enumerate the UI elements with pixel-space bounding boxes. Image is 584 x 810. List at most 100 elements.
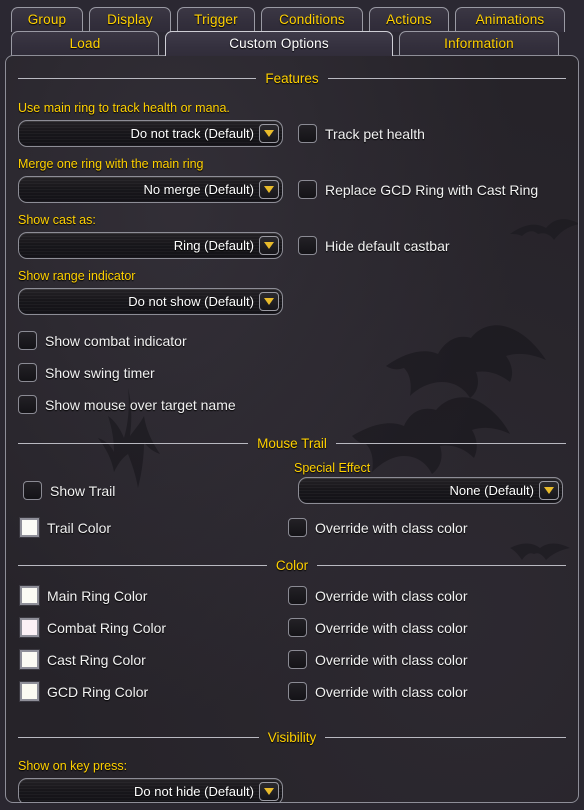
label-show-trail: Show Trail	[50, 482, 116, 499]
label-merge-ring: Merge one ring with the main ring	[18, 157, 204, 171]
swatch-gcd-ring-color[interactable]	[19, 681, 40, 702]
label-track-pet-health: Track pet health	[325, 125, 425, 142]
label-show-combat-indicator: Show combat indicator	[45, 332, 187, 349]
tab-label: Actions	[386, 12, 432, 27]
label-cast-ring-color: Cast Ring Color	[47, 651, 146, 668]
label-show-range-indicator: Show range indicator	[18, 269, 136, 283]
color-rows-container: Main Ring Color Override with class color…	[18, 585, 566, 714]
swatch-cast-ring-color[interactable]	[19, 649, 40, 670]
tab-group[interactable]: Group	[11, 7, 83, 32]
tab-label: Custom Options	[229, 36, 329, 51]
tab-animations[interactable]: Animations	[455, 7, 565, 32]
tab-actions[interactable]: Actions	[369, 7, 449, 32]
color-row-right: Override with class color	[288, 650, 468, 669]
tab-trigger[interactable]: Trigger	[177, 7, 255, 32]
tab-information[interactable]: Information	[399, 31, 559, 56]
checkbox-show-trail[interactable]	[23, 481, 42, 500]
label-show-cast-as: Show cast as:	[18, 213, 96, 227]
custom-options-panel: Features Use main ring to track health o…	[5, 55, 579, 803]
section-rule-left	[18, 564, 267, 566]
chevron-down-icon[interactable]	[259, 124, 279, 143]
checkbox-show-mouse-over-target-name[interactable]	[18, 395, 37, 414]
dropdown-show-cast-as-value: Ring (Default)	[173, 238, 254, 253]
tab-display[interactable]: Display	[89, 7, 171, 32]
checkbox-trail-override-class-color[interactable]	[288, 518, 307, 537]
section-title-visibility: Visibility	[267, 729, 317, 745]
label-replace-gcd-ring: Replace GCD Ring with Cast Ring	[325, 181, 539, 198]
section-rule-left	[18, 77, 257, 79]
color-row-left: GCD Ring Color	[19, 681, 148, 702]
dropdown-main-ring-tracking[interactable]: Do not track (Default)	[18, 120, 283, 147]
color-row: GCD Ring Color Override with class color	[18, 681, 566, 714]
chevron-down-icon[interactable]	[259, 782, 279, 801]
label-override-class-color-1: Override with class color	[315, 587, 468, 604]
section-rule-left	[18, 736, 259, 738]
dropdown-show-range-indicator-value: Do not show (Default)	[128, 294, 254, 309]
panel-content: Features Use main ring to track health o…	[6, 67, 578, 802]
color-row: Main Ring Color Override with class color	[18, 585, 566, 618]
tab-label: Group	[27, 12, 67, 27]
dropdown-main-ring-value: Do not track (Default)	[130, 126, 254, 141]
checkbox-override-class-color-2[interactable]	[288, 618, 307, 637]
section-rule-right	[317, 564, 567, 566]
section-title-mouse-trail: Mouse Trail	[257, 435, 327, 451]
label-override-class-color-3: Override with class color	[315, 651, 468, 668]
dropdown-merge-ring[interactable]: No merge (Default)	[18, 176, 283, 203]
checkbox-replace-gcd-ring[interactable]	[298, 180, 317, 199]
tab-load[interactable]: Load	[11, 31, 159, 56]
color-row-right: Override with class color	[288, 586, 468, 605]
dropdown-show-range-indicator[interactable]: Do not show (Default)	[18, 288, 283, 315]
swatch-main-ring-color[interactable]	[19, 585, 40, 606]
dropdown-show-on-key-press[interactable]: Do not hide (Default)	[18, 778, 283, 802]
label-main-ring-tracking: Use main ring to track health or mana.	[18, 101, 230, 115]
chevron-down-icon[interactable]	[539, 481, 559, 500]
section-rule-right	[325, 736, 567, 738]
color-row: Combat Ring Color Override with class col…	[18, 617, 566, 650]
section-header-color: Color	[18, 554, 567, 576]
checkbox-show-combat-indicator[interactable]	[18, 331, 37, 350]
tab-label: Trigger	[194, 12, 238, 27]
label-override-class-color-2: Override with class color	[315, 619, 468, 636]
label-show-on-key-press: Show on key press:	[18, 759, 128, 773]
color-row-left: Cast Ring Color	[19, 649, 146, 670]
dropdown-show-on-key-press-value: Do not hide (Default)	[134, 784, 254, 799]
checkbox-show-swing-timer[interactable]	[18, 363, 37, 382]
section-title-color: Color	[275, 557, 309, 573]
swatch-combat-ring-color[interactable]	[19, 617, 40, 638]
tab-label: Load	[69, 36, 101, 51]
section-header-features: Features	[18, 67, 566, 89]
label-special-effect: Special Effect	[294, 461, 371, 475]
label-show-mouse-over-target-name: Show mouse over target name	[45, 396, 236, 413]
dropdown-special-effect-value: None (Default)	[449, 483, 534, 498]
swatch-trail-color[interactable]	[19, 517, 40, 538]
label-trail-override-class-color: Override with class color	[315, 519, 468, 536]
dropdown-show-cast-as[interactable]: Ring (Default)	[18, 232, 283, 259]
checkbox-track-pet-health[interactable]	[298, 124, 317, 143]
section-rule-right	[327, 77, 566, 79]
section-title-features: Features	[265, 70, 319, 86]
tab-label: Display	[107, 12, 153, 27]
label-show-swing-timer: Show swing timer	[45, 364, 155, 381]
color-row-right: Override with class color	[288, 682, 468, 701]
dropdown-merge-ring-value: No merge (Default)	[143, 182, 254, 197]
label-main-ring-color: Main Ring Color	[47, 587, 148, 604]
color-row-right: Override with class color	[288, 618, 468, 637]
checkbox-override-class-color-1[interactable]	[288, 586, 307, 605]
chevron-down-icon[interactable]	[259, 236, 279, 255]
tab-conditions[interactable]: Conditions	[261, 7, 363, 32]
checkbox-override-class-color-3[interactable]	[288, 650, 307, 669]
section-rule-right	[335, 442, 566, 444]
color-row-left: Main Ring Color	[19, 585, 148, 606]
checkbox-hide-default-castbar[interactable]	[298, 236, 317, 255]
section-header-mouse-trail: Mouse Trail	[18, 432, 566, 454]
tab-custom-options[interactable]: Custom Options	[165, 31, 393, 56]
tab-row-primary: Group Display Trigger Conditions Actions Anim…	[0, 7, 584, 32]
chevron-down-icon[interactable]	[259, 292, 279, 311]
checkbox-override-class-color-4[interactable]	[288, 682, 307, 701]
section-rule-left	[18, 442, 249, 444]
dropdown-special-effect[interactable]: None (Default)	[298, 477, 563, 504]
tab-label: Animations	[475, 12, 545, 27]
label-trail-color: Trail Color	[47, 519, 112, 536]
section-header-visibility: Visibility	[18, 726, 567, 748]
chevron-down-icon[interactable]	[259, 180, 279, 199]
